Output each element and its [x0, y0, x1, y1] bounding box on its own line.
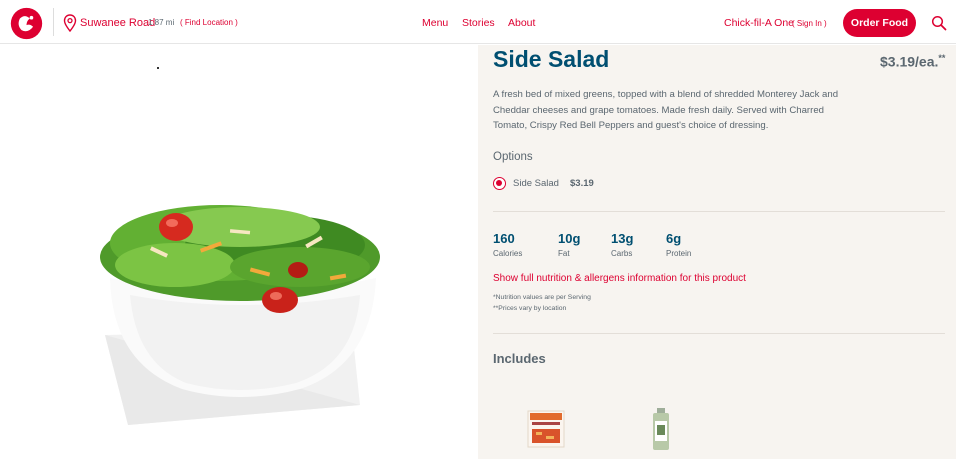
- search-icon[interactable]: [931, 15, 947, 31]
- product-image-pane: [0, 45, 478, 459]
- divider: [493, 211, 945, 212]
- sign-in-link[interactable]: ( Sign In ): [792, 19, 827, 28]
- nav-menu[interactable]: Menu: [422, 17, 448, 29]
- nutrition-carbs-label: Carbs: [611, 249, 633, 258]
- nav-stories[interactable]: Stories: [462, 17, 495, 29]
- chick-fil-a-one-link[interactable]: Chick-fil-A One: [724, 17, 794, 29]
- chick-fil-a-logo[interactable]: [10, 7, 43, 40]
- product-price: $3.19/ea.**: [880, 53, 946, 70]
- location-distance: 1.87 mi: [148, 18, 175, 27]
- option-name[interactable]: Side Salad: [513, 178, 559, 189]
- find-location-link[interactable]: ( Find Location ): [180, 18, 238, 27]
- full-nutrition-link[interactable]: Show full nutrition & allergens informat…: [493, 273, 746, 284]
- location-pin-icon: [63, 14, 77, 32]
- nutrition-fat-value: 10g: [558, 231, 581, 246]
- nav-about[interactable]: About: [508, 17, 535, 29]
- charred-tomato-packet-icon[interactable]: [526, 409, 566, 449]
- price-footnote-mark: **: [938, 53, 946, 63]
- nutrition-calories-label: Calories: [493, 249, 523, 258]
- product-description: A fresh bed of mixed greens, topped with…: [493, 89, 839, 131]
- header-divider: [53, 8, 54, 36]
- nutrition-fat-label: Fat: [558, 249, 570, 258]
- nutrition-note: *Nutrition values are per Serving: [493, 294, 591, 301]
- option-price: $3.19: [570, 178, 594, 189]
- options-heading: Options: [493, 151, 533, 163]
- nutrition-carbs-value: 13g: [611, 231, 634, 246]
- nutrition-protein-label: Protein: [666, 249, 692, 258]
- location-name[interactable]: Suwanee Road: [80, 17, 155, 29]
- product-title: Side Salad: [493, 46, 610, 72]
- site-header: Suwanee Road 1.87 mi ( Find Location ) M…: [0, 0, 956, 44]
- side-salad-image: [100, 205, 380, 425]
- dressing-bottle-icon[interactable]: [650, 407, 672, 451]
- price-note: **Prices vary by location: [493, 305, 567, 312]
- product-detail-pane: Side Salad $3.19/ea.** A fresh bed of mi…: [478, 45, 956, 459]
- divider: [493, 333, 945, 334]
- includes-heading: Includes: [493, 351, 546, 366]
- nutrition-protein-value: 6g: [666, 231, 682, 246]
- option-radio[interactable]: [493, 177, 506, 190]
- nutrition-calories-value: 160: [493, 231, 515, 246]
- order-food-button[interactable]: Order Food: [843, 9, 916, 37]
